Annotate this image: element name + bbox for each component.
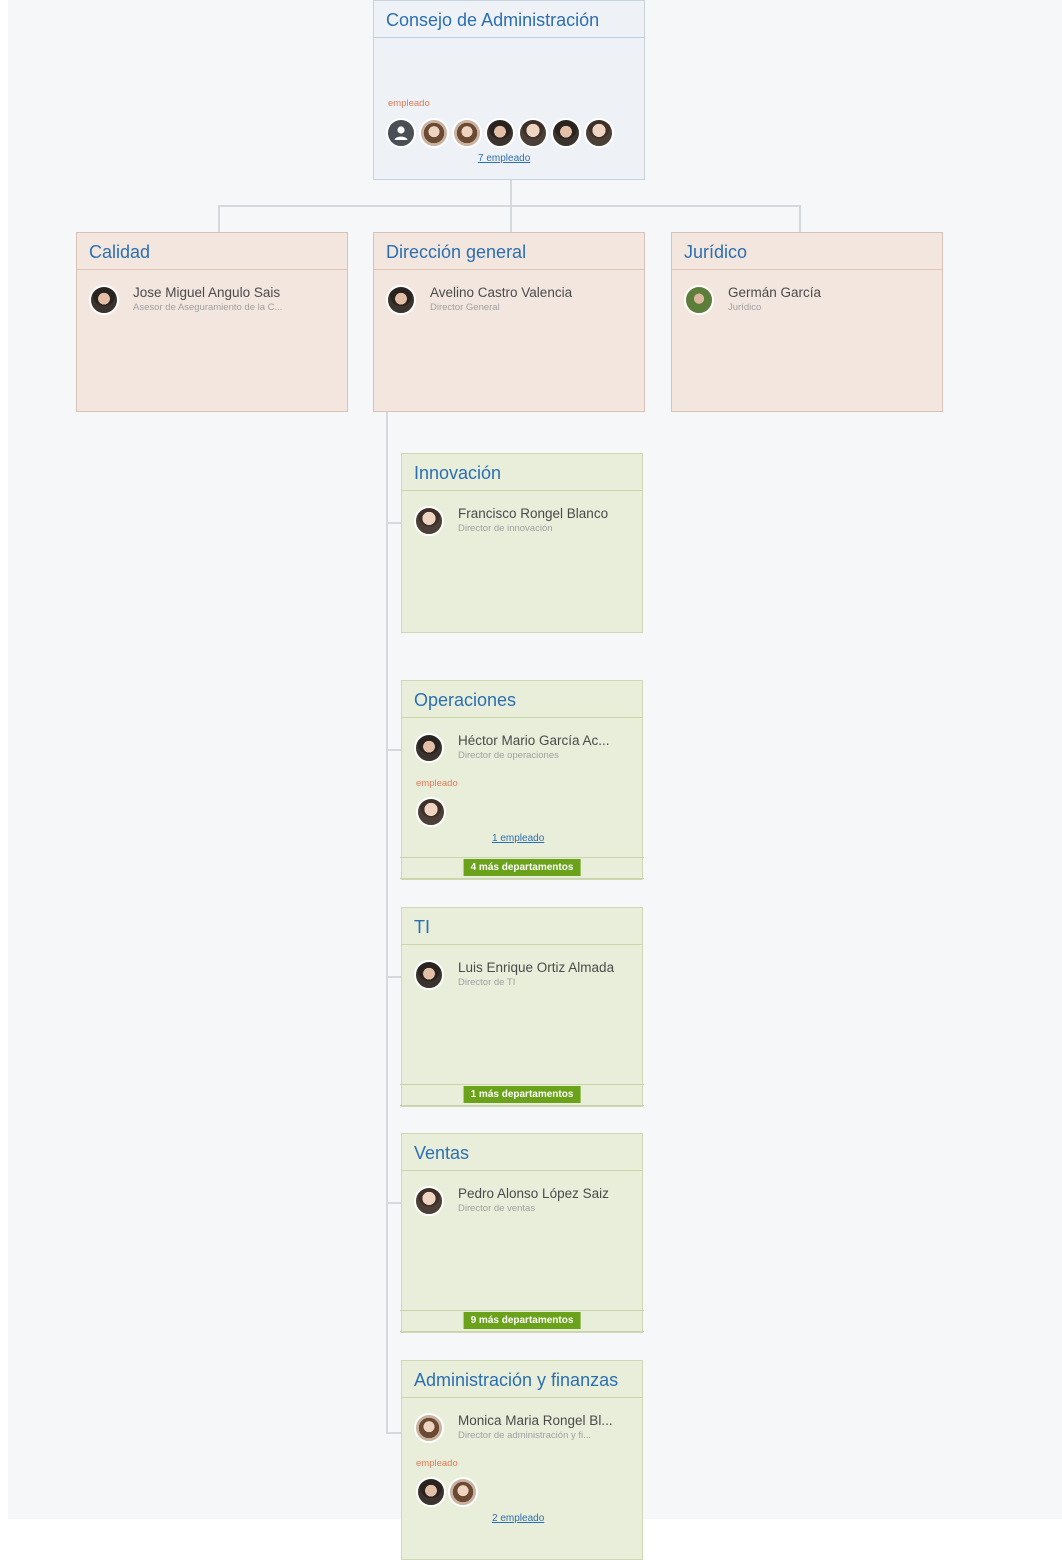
department-card-administracion-finanzas[interactable]: Administración y finanzas Monica Maria R…: [401, 1360, 643, 1560]
department-head[interactable]: Jose Miguel Angulo Sais Asesor de Asegur…: [89, 285, 339, 319]
head-position: Jurídico: [728, 302, 762, 313]
head-name: Luis Enrique Ortiz Almada: [458, 960, 615, 975]
more-departments-band: 9 más departamentos: [400, 1310, 644, 1332]
employees-label: empleado: [416, 778, 458, 789]
employee-avatar[interactable]: [551, 118, 581, 148]
head-position: Asesor de Aseguramiento de la C...: [133, 302, 283, 313]
connector-line: [510, 205, 512, 232]
department-head[interactable]: Avelino Castro Valencia Director General: [386, 285, 636, 319]
connector-line: [799, 205, 801, 232]
head-avatar: [414, 1413, 444, 1443]
employees-link[interactable]: 1 empleado: [492, 833, 544, 844]
head-position: Director General: [430, 302, 500, 313]
user-silhouette-icon: [394, 126, 408, 140]
head-avatar: [414, 1186, 444, 1216]
user-icon[interactable]: [386, 118, 416, 148]
connector-line: [218, 205, 220, 232]
department-title[interactable]: TI: [402, 908, 642, 945]
head-position: Director de TI: [458, 977, 516, 988]
connector-line: [386, 1432, 402, 1434]
department-card-ventas[interactable]: Ventas Pedro Alonso López Saiz Director …: [400, 1133, 644, 1333]
head-name: Pedro Alonso López Saiz: [458, 1186, 609, 1201]
connector-line: [386, 976, 402, 978]
department-card-direccion-general[interactable]: Dirección general Avelino Castro Valenci…: [373, 232, 645, 412]
employee-avatar[interactable]: [584, 118, 614, 148]
department-head[interactable]: Pedro Alonso López Saiz Director de vent…: [414, 1186, 634, 1220]
head-position: Director de operaciones: [458, 750, 559, 761]
head-avatar: [89, 285, 119, 315]
department-card-innovacion[interactable]: Innovación Francisco Rongel Blanco Direc…: [401, 453, 643, 633]
head-position: Director de ventas: [458, 1203, 536, 1214]
more-departments-band: 1 más departamentos: [400, 1084, 644, 1106]
department-title[interactable]: Operaciones: [402, 681, 642, 718]
department-head[interactable]: Francisco Rongel Blanco Director de inno…: [414, 506, 634, 540]
department-card-operaciones[interactable]: Operaciones Héctor Mario García Ac... Di…: [400, 680, 644, 880]
employee-avatar[interactable]: [416, 797, 446, 827]
more-departments-button[interactable]: 9 más departamentos: [463, 1312, 581, 1329]
department-card-calidad[interactable]: Calidad Jose Miguel Angulo Sais Asesor d…: [76, 232, 348, 412]
head-name: Jose Miguel Angulo Sais: [133, 285, 281, 300]
department-head[interactable]: Luis Enrique Ortiz Almada Director de TI: [414, 960, 634, 994]
head-name: Francisco Rongel Blanco: [458, 506, 609, 521]
connector-line: [386, 1202, 402, 1204]
head-avatar: [414, 506, 444, 536]
head-name: Avelino Castro Valencia: [430, 285, 573, 300]
connector-line: [510, 179, 512, 206]
employees-label: empleado: [388, 98, 430, 109]
department-head[interactable]: Germán García Jurídico: [684, 285, 934, 319]
connector-line: [386, 522, 402, 524]
head-position: Director de innovación: [458, 523, 553, 534]
department-title[interactable]: Consejo de Administración: [374, 1, 644, 38]
head-name: Héctor Mario García Ac...: [458, 733, 610, 748]
head-avatar: [684, 285, 714, 315]
department-title[interactable]: Ventas: [402, 1134, 642, 1171]
employees-link[interactable]: 7 empleado: [478, 153, 530, 164]
department-title[interactable]: Jurídico: [672, 233, 942, 270]
department-title[interactable]: Administración y finanzas: [402, 1361, 642, 1398]
employee-avatar[interactable]: [485, 118, 515, 148]
head-avatar: [386, 285, 416, 315]
department-title[interactable]: Innovación: [402, 454, 642, 491]
employee-avatar[interactable]: [416, 1477, 446, 1507]
employee-avatars: [386, 118, 626, 148]
head-name: Monica Maria Rongel Bl...: [458, 1413, 613, 1428]
department-card-ti[interactable]: TI Luis Enrique Ortiz Almada Director de…: [400, 907, 644, 1107]
head-avatar: [414, 733, 444, 763]
employee-avatar[interactable]: [518, 118, 548, 148]
more-departments-button[interactable]: 4 más departamentos: [463, 859, 581, 876]
head-name: Germán García: [728, 285, 822, 300]
connector-line: [386, 749, 402, 751]
org-chart-canvas[interactable]: Consejo de Administración empleado 7 emp…: [8, 0, 1062, 1560]
employees-label: empleado: [416, 1458, 458, 1469]
employee-avatar[interactable]: [452, 118, 482, 148]
department-card-juridico[interactable]: Jurídico Germán García Jurídico: [671, 232, 943, 412]
head-avatar: [414, 960, 444, 990]
more-departments-button[interactable]: 1 más departamentos: [463, 1086, 581, 1103]
department-card-board[interactable]: Consejo de Administración empleado 7 emp…: [373, 0, 645, 180]
more-departments-band: 4 más departamentos: [400, 857, 644, 879]
department-head[interactable]: Héctor Mario García Ac... Director de op…: [414, 733, 634, 767]
connector-line: [386, 410, 388, 1434]
department-title[interactable]: Dirección general: [374, 233, 644, 270]
department-head[interactable]: Monica Maria Rongel Bl... Director de ad…: [414, 1413, 634, 1447]
department-title[interactable]: Calidad: [77, 233, 347, 270]
employee-avatar[interactable]: [448, 1477, 478, 1507]
head-position: Director de administración y fi...: [458, 1430, 592, 1441]
employee-avatar[interactable]: [419, 118, 449, 148]
